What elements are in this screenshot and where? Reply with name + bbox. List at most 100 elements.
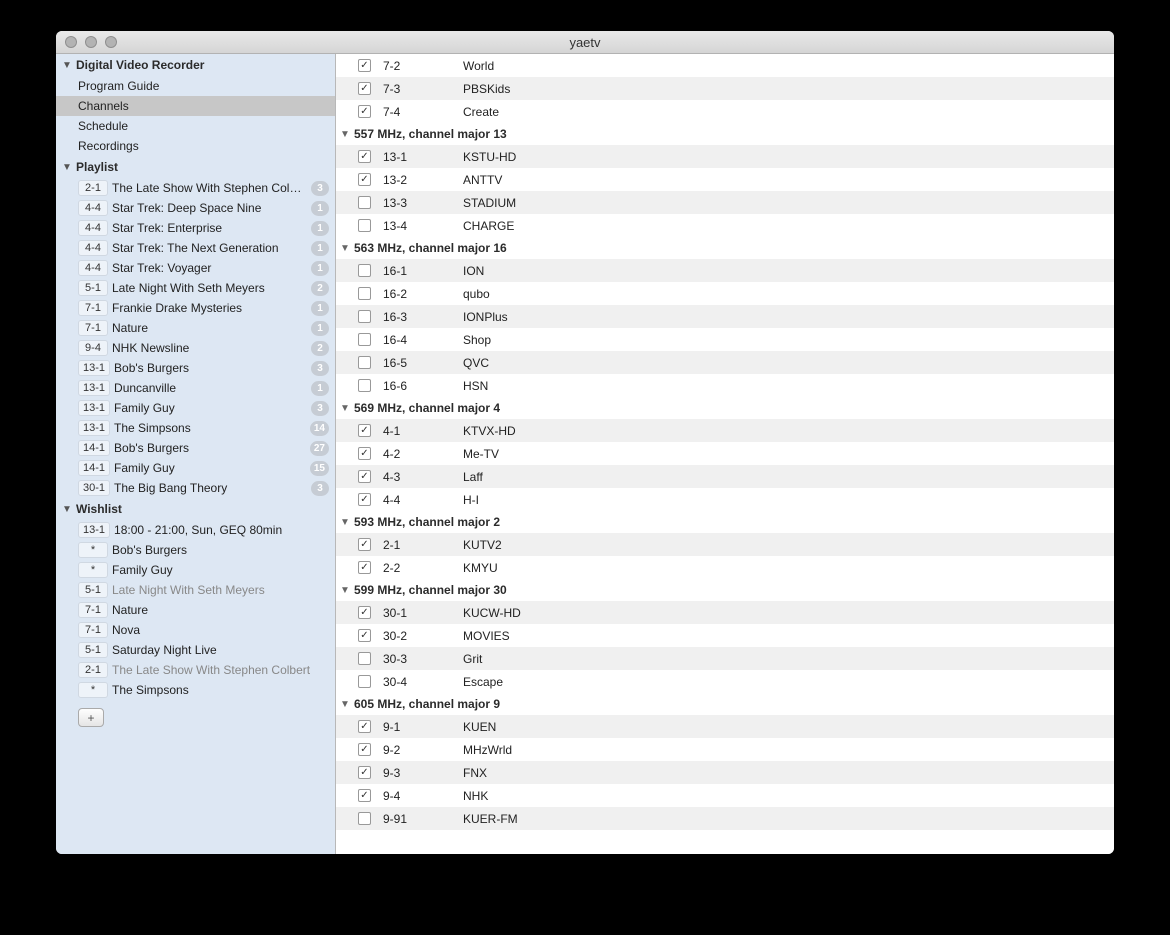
channel-row[interactable]: 13-3STADIUM: [336, 191, 1114, 214]
channel-checkbox[interactable]: ✓: [358, 561, 371, 574]
playlist-item[interactable]: 13-1The Simpsons14: [56, 418, 335, 438]
channel-row[interactable]: ✓30-2MOVIES: [336, 624, 1114, 647]
wishlist-item[interactable]: 7-1Nova: [56, 620, 335, 640]
channel-row[interactable]: 16-5QVC: [336, 351, 1114, 374]
channel-row[interactable]: ✓30-1KUCW-HD: [336, 601, 1114, 624]
channel-checkbox[interactable]: [358, 310, 371, 323]
channel-row[interactable]: ✓4-3Laff: [336, 465, 1114, 488]
playlist-item[interactable]: 7-1Frankie Drake Mysteries1: [56, 298, 335, 318]
playlist-item[interactable]: 4-4Star Trek: Voyager1: [56, 258, 335, 278]
playlist-item[interactable]: 30-1The Big Bang Theory3: [56, 478, 335, 498]
sidebar-item-program-guide[interactable]: Program Guide: [56, 76, 335, 96]
disclosure-triangle-icon[interactable]: ▼: [340, 585, 352, 596]
sidebar-item-schedule[interactable]: Schedule: [56, 116, 335, 136]
channel-checkbox[interactable]: ✓: [358, 424, 371, 437]
section-header[interactable]: ▼Wishlist: [56, 498, 335, 520]
channel-checkbox[interactable]: [358, 196, 371, 209]
frequency-group-header[interactable]: ▼593 MHz, channel major 2: [336, 511, 1114, 533]
wishlist-item[interactable]: *The Simpsons: [56, 680, 335, 700]
channel-row[interactable]: ✓7-2World: [336, 54, 1114, 77]
wishlist-item[interactable]: 5-1Saturday Night Live: [56, 640, 335, 660]
wishlist-item[interactable]: *Family Guy: [56, 560, 335, 580]
wishlist-item[interactable]: 2-1The Late Show With Stephen Colbert: [56, 660, 335, 680]
section-header[interactable]: ▼Digital Video Recorder: [56, 54, 335, 76]
sidebar-item-channels[interactable]: Channels: [56, 96, 335, 116]
channel-row[interactable]: 30-3Grit: [336, 647, 1114, 670]
minimize-icon[interactable]: [85, 36, 97, 48]
channel-checkbox[interactable]: [358, 287, 371, 300]
channel-row[interactable]: ✓9-4NHK: [336, 784, 1114, 807]
channel-checkbox[interactable]: ✓: [358, 173, 371, 186]
playlist-item[interactable]: 9-4NHK Newsline2: [56, 338, 335, 358]
channel-checkbox[interactable]: ✓: [358, 743, 371, 756]
channel-checkbox[interactable]: [358, 812, 371, 825]
channel-row[interactable]: ✓9-2MHzWrld: [336, 738, 1114, 761]
frequency-group-header[interactable]: ▼569 MHz, channel major 4: [336, 397, 1114, 419]
channel-checkbox[interactable]: [358, 652, 371, 665]
channel-row[interactable]: 16-1ION: [336, 259, 1114, 282]
channel-row[interactable]: 30-4Escape: [336, 670, 1114, 693]
playlist-item[interactable]: 13-1Family Guy3: [56, 398, 335, 418]
playlist-item[interactable]: 4-4Star Trek: Enterprise1: [56, 218, 335, 238]
channel-row[interactable]: ✓2-1KUTV2: [336, 533, 1114, 556]
frequency-group-header[interactable]: ▼605 MHz, channel major 9: [336, 693, 1114, 715]
channel-checkbox[interactable]: ✓: [358, 789, 371, 802]
channel-checkbox[interactable]: ✓: [358, 82, 371, 95]
channel-row[interactable]: 13-4CHARGE: [336, 214, 1114, 237]
channel-checkbox[interactable]: ✓: [358, 538, 371, 551]
channel-row[interactable]: ✓4-1KTVX-HD: [336, 419, 1114, 442]
channel-row[interactable]: 16-3IONPlus: [336, 305, 1114, 328]
channel-checkbox[interactable]: ✓: [358, 629, 371, 642]
channel-checkbox[interactable]: [358, 219, 371, 232]
channel-row[interactable]: 16-6HSN: [336, 374, 1114, 397]
wishlist-item[interactable]: 7-1Nature: [56, 600, 335, 620]
playlist-item[interactable]: 13-1Bob's Burgers3: [56, 358, 335, 378]
add-button[interactable]: +: [78, 708, 104, 727]
channel-checkbox[interactable]: ✓: [358, 150, 371, 163]
close-icon[interactable]: [65, 36, 77, 48]
channel-row[interactable]: 16-2qubo: [336, 282, 1114, 305]
playlist-item[interactable]: 5-1Late Night With Seth Meyers2: [56, 278, 335, 298]
channel-row[interactable]: ✓9-1KUEN: [336, 715, 1114, 738]
channel-row[interactable]: ✓7-4Create: [336, 100, 1114, 123]
disclosure-triangle-icon[interactable]: ▼: [340, 517, 352, 528]
channel-row[interactable]: ✓2-2KMYU: [336, 556, 1114, 579]
frequency-group-header[interactable]: ▼557 MHz, channel major 13: [336, 123, 1114, 145]
playlist-item[interactable]: 4-4Star Trek: The Next Generation1: [56, 238, 335, 258]
zoom-icon[interactable]: [105, 36, 117, 48]
wishlist-item[interactable]: *Bob's Burgers: [56, 540, 335, 560]
playlist-item[interactable]: 13-1Duncanville1: [56, 378, 335, 398]
playlist-item[interactable]: 2-1The Late Show With Stephen Colbert3: [56, 178, 335, 198]
channel-checkbox[interactable]: ✓: [358, 59, 371, 72]
disclosure-triangle-icon[interactable]: ▼: [62, 162, 74, 173]
channel-checkbox[interactable]: ✓: [358, 105, 371, 118]
disclosure-triangle-icon[interactable]: ▼: [62, 60, 74, 71]
channel-checkbox[interactable]: ✓: [358, 606, 371, 619]
channel-checkbox[interactable]: [358, 356, 371, 369]
disclosure-triangle-icon[interactable]: ▼: [340, 243, 352, 254]
channel-row[interactable]: ✓4-2Me-TV: [336, 442, 1114, 465]
playlist-item[interactable]: 14-1Bob's Burgers27: [56, 438, 335, 458]
channel-checkbox[interactable]: [358, 264, 371, 277]
channel-checkbox[interactable]: ✓: [358, 720, 371, 733]
channel-row[interactable]: 16-4Shop: [336, 328, 1114, 351]
section-header[interactable]: ▼Playlist: [56, 156, 335, 178]
channel-row[interactable]: ✓13-1KSTU-HD: [336, 145, 1114, 168]
disclosure-triangle-icon[interactable]: ▼: [62, 504, 74, 515]
channel-row[interactable]: 9-91KUER-FM: [336, 807, 1114, 830]
channel-checkbox[interactable]: ✓: [358, 470, 371, 483]
sidebar-item-recordings[interactable]: Recordings: [56, 136, 335, 156]
channel-row[interactable]: ✓9-3FNX: [336, 761, 1114, 784]
wishlist-item[interactable]: 13-118:00 - 21:00, Sun, GEQ 80min: [56, 520, 335, 540]
channel-row[interactable]: ✓13-2ANTTV: [336, 168, 1114, 191]
playlist-item[interactable]: 14-1Family Guy15: [56, 458, 335, 478]
frequency-group-header[interactable]: ▼599 MHz, channel major 30: [336, 579, 1114, 601]
disclosure-triangle-icon[interactable]: ▼: [340, 129, 352, 140]
channel-checkbox[interactable]: [358, 675, 371, 688]
channel-checkbox[interactable]: [358, 379, 371, 392]
channel-row[interactable]: ✓4-4H-I: [336, 488, 1114, 511]
channel-row[interactable]: ✓7-3PBSKids: [336, 77, 1114, 100]
channel-checkbox[interactable]: ✓: [358, 766, 371, 779]
frequency-group-header[interactable]: ▼563 MHz, channel major 16: [336, 237, 1114, 259]
disclosure-triangle-icon[interactable]: ▼: [340, 403, 352, 414]
